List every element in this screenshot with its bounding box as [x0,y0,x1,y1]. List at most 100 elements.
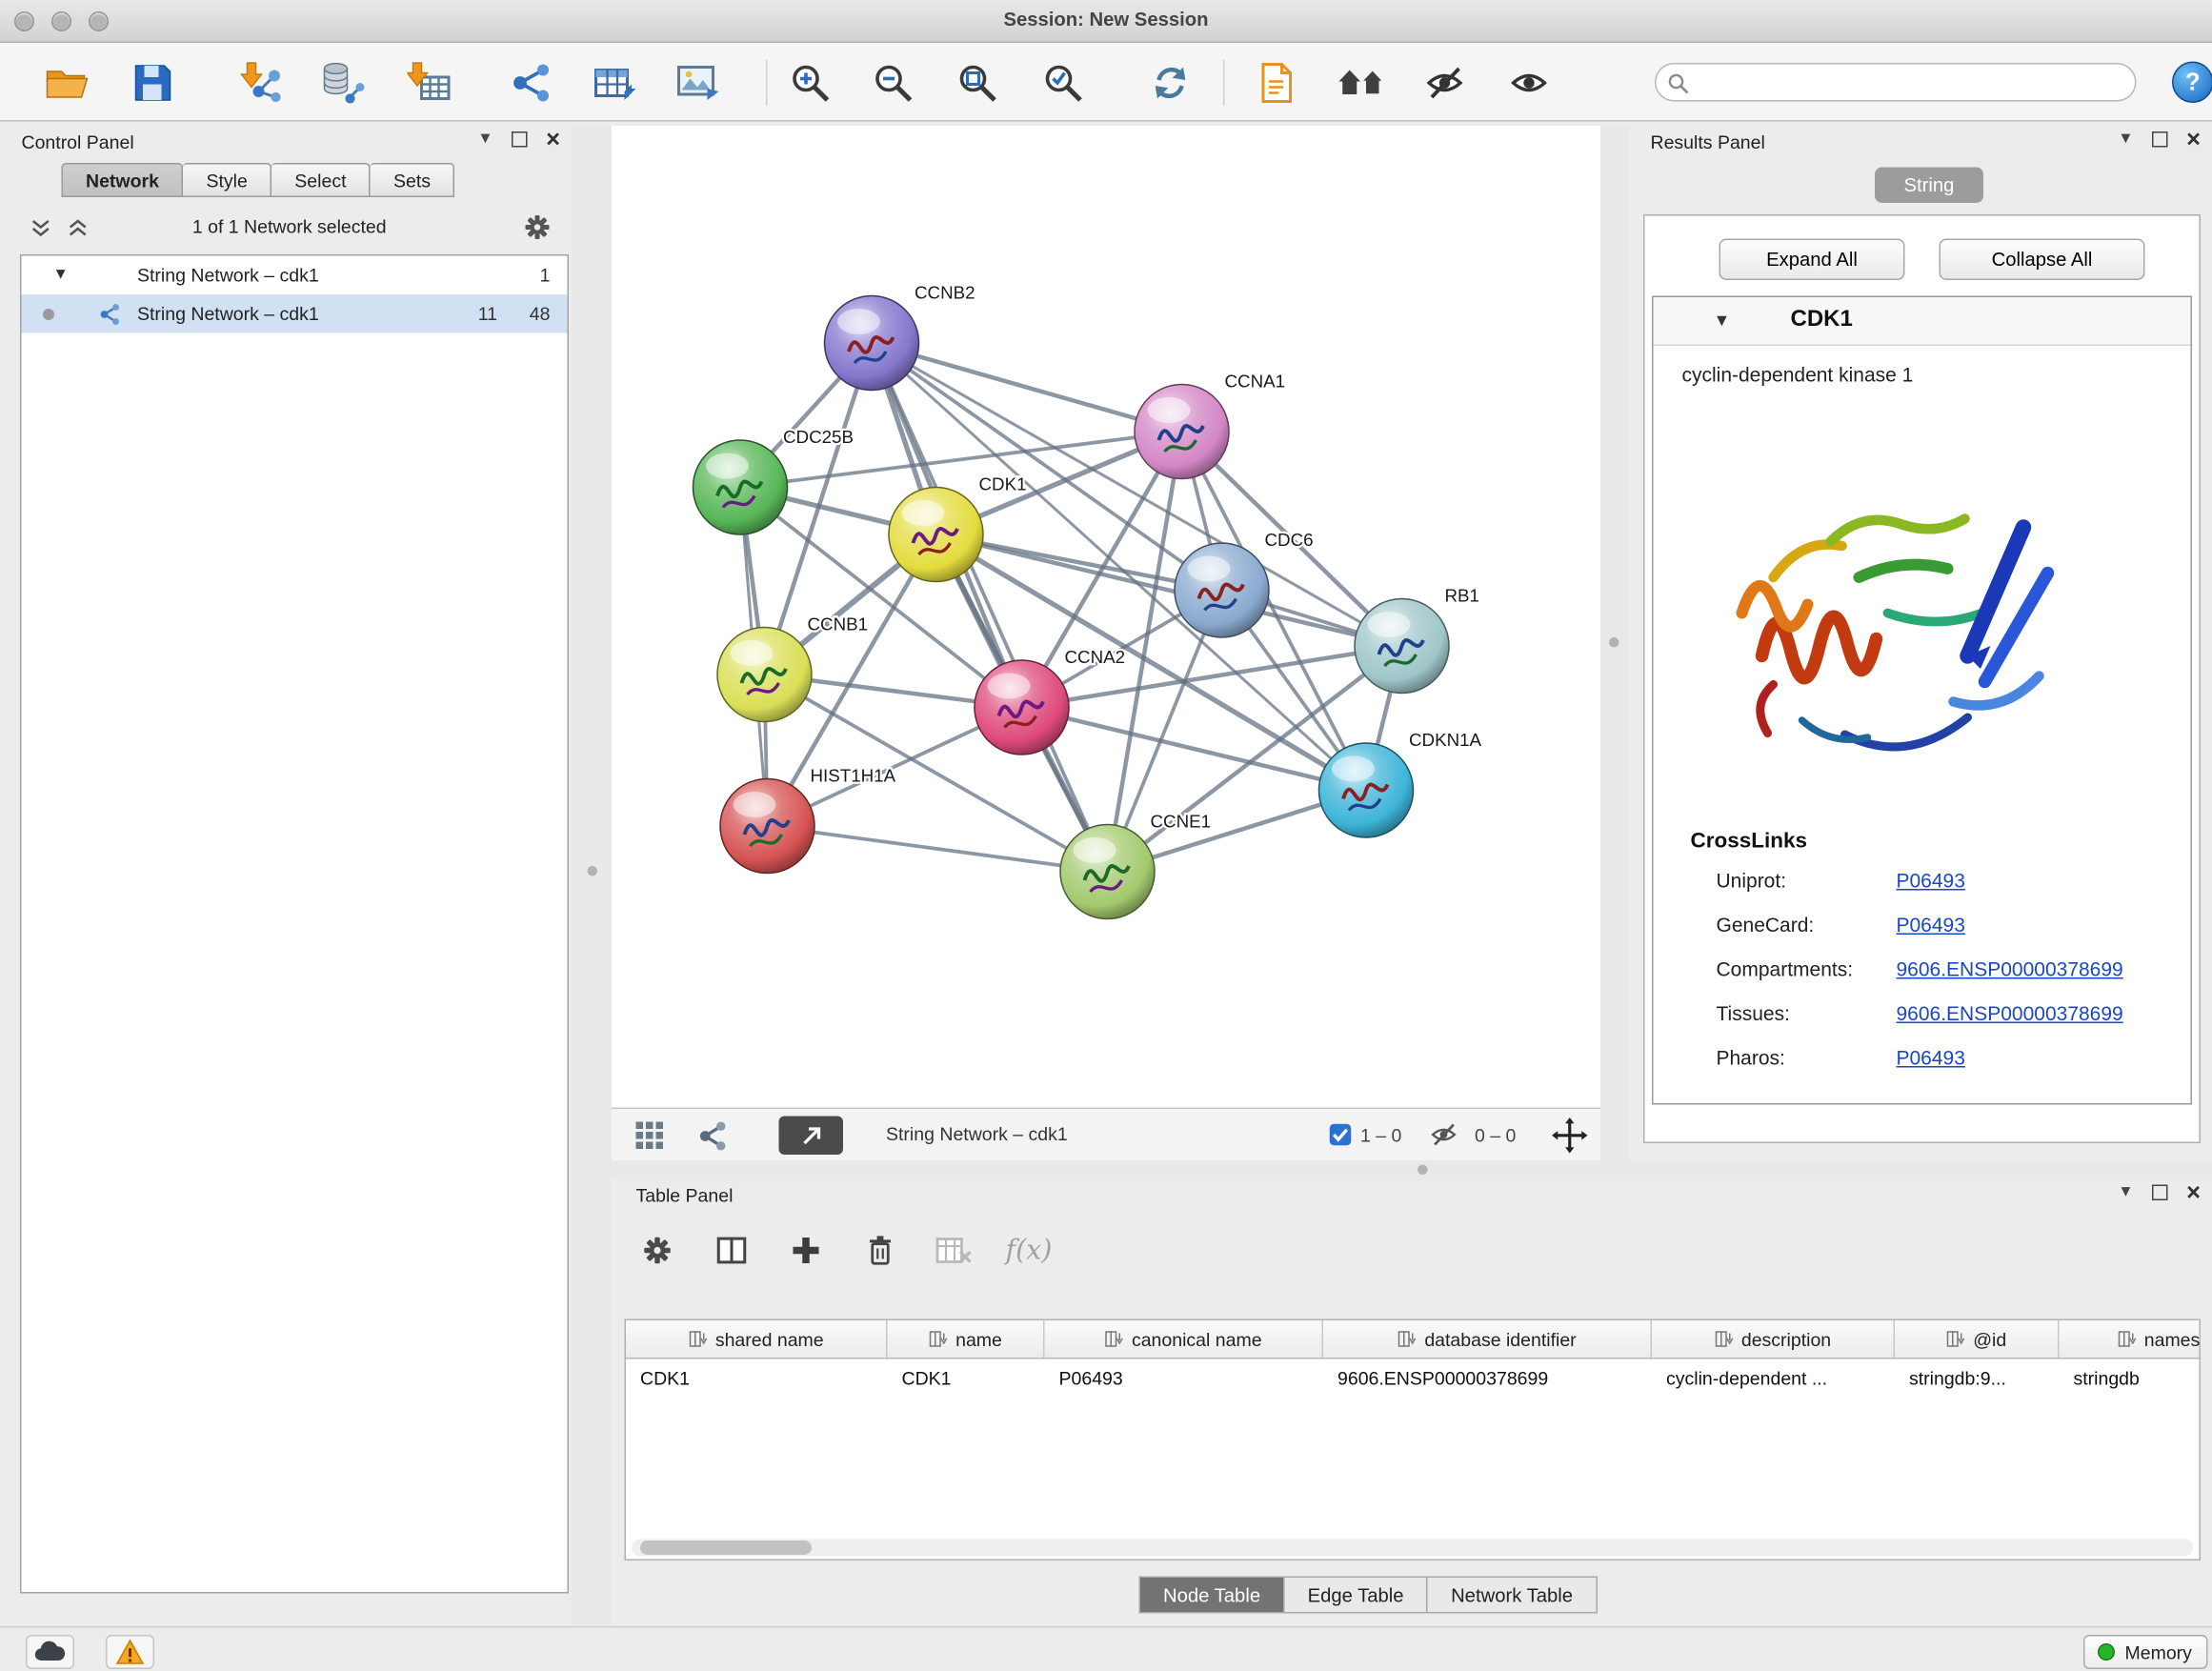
column-header-database-identifier[interactable]: database identifier [1323,1320,1652,1358]
hide-selected-button[interactable] [1415,51,1478,114]
new-network-button[interactable] [500,51,563,114]
horizontal-scrollbar[interactable] [632,1540,2194,1557]
node-label-CCNA1: CCNA1 [1225,372,1286,392]
warnings-button[interactable] [106,1635,154,1669]
column-header-description[interactable]: description [1652,1320,1895,1358]
panel-float-icon[interactable] [2152,131,2168,147]
tab-sets[interactable]: Sets [371,163,455,197]
refresh-view-button[interactable] [1139,51,1202,114]
expand-all-button[interactable]: Expand All [1719,239,1905,281]
new-table-button[interactable] [583,51,646,114]
tab-network[interactable]: Network [62,163,184,197]
zoom-selected-button[interactable] [1032,51,1095,114]
node-CDC25B[interactable]: CDC25B [694,427,854,534]
panel-float-icon[interactable] [512,131,528,147]
node-CCNB1[interactable]: CCNB1 [717,614,868,722]
open-in-new-window-button[interactable] [779,1117,844,1156]
cell-database-identifier[interactable]: 9606.ENSP00000378699 [1323,1359,1652,1399]
crosslink-value-uniprot[interactable]: P06493 [1897,869,1965,892]
panel-close-icon[interactable]: × [546,131,560,147]
cell-id[interactable]: stringdb:9... [1895,1359,2060,1399]
node-CCNB2[interactable]: CCNB2 [825,283,975,391]
control-panel-tabs: Network Style Select Sets [62,163,455,197]
collapse-all-button[interactable]: Collapse All [1940,239,2145,281]
panel-menu-icon[interactable]: ▼ [477,131,493,148]
delete-column-button[interactable] [855,1226,906,1275]
crosslink-value-compartments[interactable]: 9606.ENSP00000378699 [1897,957,2123,980]
network-collection-row[interactable]: ▼ String Network – cdk1 1 [22,256,568,295]
show-all-button[interactable] [1499,51,1562,114]
node-CCNA1[interactable]: CCNA1 [1135,372,1285,479]
table-row[interactable]: CDK1 CDK1 P06493 9606.ENSP00000378699 cy… [626,1359,2200,1399]
column-header-shared-name[interactable]: shared name [626,1320,888,1358]
show-columns-button[interactable] [706,1226,757,1275]
import-network-file-button[interactable] [231,51,293,114]
tab-select[interactable]: Select [271,163,371,197]
column-gear-button[interactable] [632,1226,683,1275]
cloud-icon [34,1641,66,1663]
gear-icon[interactable] [523,213,552,242]
right-splitter[interactable] [1600,126,1629,1160]
crosslink-value-pharos[interactable]: P06493 [1897,1046,1965,1069]
column-header-name[interactable]: name [888,1320,1045,1358]
string-tab[interactable]: String [1875,168,1983,204]
collection-disclosure-icon[interactable]: ▼ [53,256,69,295]
birds-eye-view-icon[interactable] [634,1120,666,1157]
cloud-status-button[interactable] [26,1635,74,1669]
panel-close-icon[interactable]: × [2186,131,2201,147]
cell-description[interactable]: cyclin-dependent ... [1652,1359,1895,1399]
column-header-namespace[interactable]: namespac [2060,1320,2202,1358]
zoom-fit-button[interactable] [946,51,1009,114]
column-header-id[interactable]: @id [1895,1320,2060,1358]
help-button[interactable]: ? [2172,62,2212,104]
node-HIST1H1A[interactable]: HIST1H1A [720,766,896,874]
fit-crosshair-icon[interactable] [1552,1117,1588,1158]
left-splitter[interactable] [572,126,612,1626]
crosslink-value-tissues[interactable]: 9606.ENSP00000378699 [1897,1002,2123,1025]
import-network-database-button[interactable] [312,51,374,114]
show-neighbors-button[interactable] [1331,51,1394,114]
cell-namespace[interactable]: stringdb [2060,1359,2202,1399]
panel-float-icon[interactable] [2152,1184,2168,1200]
add-column-button[interactable] [780,1226,832,1275]
hidden-eye-icon[interactable] [1429,1122,1460,1153]
open-session-button[interactable] [36,51,99,114]
node-table[interactable]: shared name name canonical name database… [625,1319,2202,1561]
cell-name[interactable]: CDK1 [888,1359,1045,1399]
string-results-content: Expand All Collapse All ▼ CDK1 cyclin-de… [1643,214,2201,1143]
column-header-canonical-name[interactable]: canonical name [1045,1320,1324,1358]
selected-nodes-checkbox[interactable] [1329,1123,1352,1151]
node-RB1[interactable]: RB1 [1355,586,1479,694]
node-CDK1[interactable]: CDK1 [889,474,1027,582]
network-overview-icon[interactable] [697,1120,729,1157]
crosslink-label-pharos: Pharos: [1717,1046,1785,1069]
panel-menu-icon[interactable]: ▼ [2118,1183,2133,1200]
panel-menu-icon[interactable]: ▼ [2118,131,2133,148]
edge-HIST1H1A-CCNE1[interactable] [768,826,1108,872]
export-image-button[interactable] [668,51,731,114]
cell-canonical-name[interactable]: P06493 [1045,1359,1324,1399]
tab-edge-table[interactable]: Edge Table [1285,1577,1428,1614]
panel-close-icon[interactable]: × [2186,1184,2201,1200]
zoom-in-button[interactable] [779,51,842,114]
import-table-file-button[interactable] [399,51,462,114]
tab-node-table[interactable]: Node Table [1139,1577,1285,1614]
cell-shared-name[interactable]: CDK1 [626,1359,888,1399]
tab-network-table[interactable]: Network Table [1428,1577,1597,1614]
crosslink-value-genecard[interactable]: P06493 [1897,914,1965,936]
bottom-splitter[interactable] [612,1160,2212,1179]
network-canvas[interactable]: CCNB2CCNA1CDC25BCDK1CDC6RB1CCNB1CCNA2CDK… [612,126,1600,1108]
scrollbar-thumb[interactable] [640,1540,812,1555]
save-session-button[interactable] [122,51,185,114]
edge-CCNB2-CCNA1[interactable] [872,343,1182,432]
open-documentation-button[interactable] [1245,51,1308,114]
gene-panel-header[interactable]: ▼ CDK1 [1654,297,2191,346]
tab-style[interactable]: Style [183,163,271,197]
gene-disclosure-icon[interactable]: ▼ [1714,311,1731,331]
zoom-out-button[interactable] [862,51,925,114]
edge-CCNB2-CCNE1[interactable] [872,343,1108,872]
network-row-selected[interactable]: String Network – cdk1 11 48 [22,294,568,333]
memory-button[interactable]: Memory [2083,1635,2208,1669]
search-input[interactable] [1697,66,2124,99]
network-graph[interactable]: CCNB2CCNA1CDC25BCDK1CDC6RB1CCNB1CCNA2CDK… [612,126,1600,1108]
